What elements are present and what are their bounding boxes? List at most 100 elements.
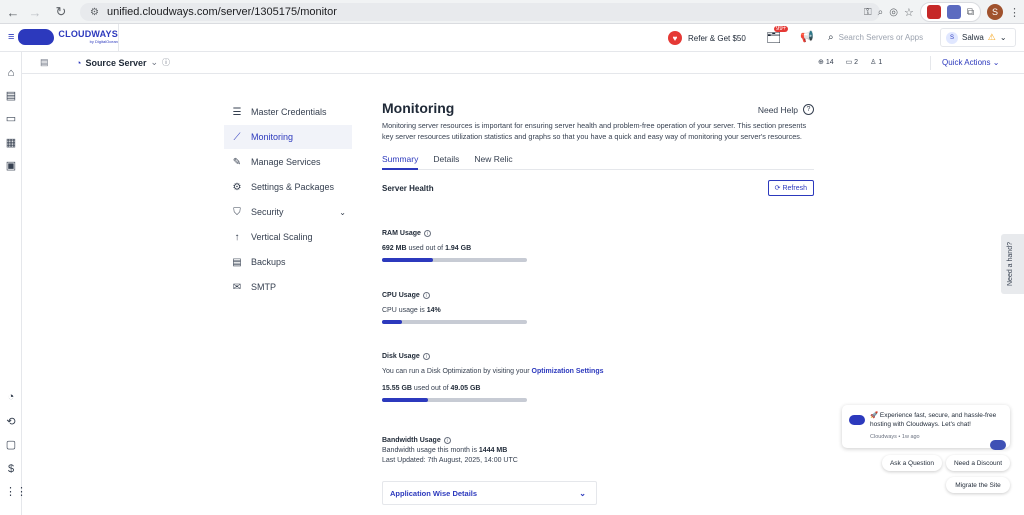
- refer-label: Refer & Get $50: [688, 33, 746, 43]
- info-icon[interactable]: ⓘ: [162, 57, 170, 68]
- server-name: Source Server: [85, 57, 147, 68]
- apps-count[interactable]: ⊕ 14: [818, 58, 834, 66]
- projects-icon[interactable]: ▦: [5, 137, 17, 149]
- teams-icon[interactable]: ▣: [5, 160, 17, 172]
- hamburger-icon[interactable]: ≡: [8, 31, 14, 43]
- key-icon[interactable]: ⚿: [864, 7, 872, 18]
- users-count-value: 1: [878, 59, 883, 66]
- metric-title-text: Disk Usage: [382, 353, 420, 360]
- menu-master-credentials[interactable]: ☰ Master Credentials: [224, 100, 352, 124]
- info-icon[interactable]: i: [422, 292, 430, 299]
- folders-count[interactable]: ▭ 2: [846, 58, 858, 66]
- metric-title-text: Bandwidth Usage: [382, 437, 441, 444]
- ram-usage: RAM Usage i 692 MB used out of 1.94 GB: [382, 230, 682, 262]
- applications-icon[interactable]: ▭: [5, 113, 17, 125]
- extension-blue-icon[interactable]: [946, 5, 961, 19]
- menu-label: Master Credentials: [251, 107, 327, 117]
- menu-backups[interactable]: ▤ Backups: [224, 250, 352, 274]
- back-icon[interactable]: ←: [2, 1, 24, 23]
- tab-details[interactable]: Details: [433, 154, 459, 169]
- menu-manage-services[interactable]: ✎ Manage Services: [224, 150, 352, 174]
- ram-mid: used out of: [408, 245, 444, 252]
- migrate-site-button[interactable]: Migrate the Site: [946, 477, 1010, 493]
- extension-red-icon[interactable]: [926, 5, 941, 19]
- arrow-up-icon: ↑: [234, 231, 240, 243]
- menu-label: Settings & Packages: [251, 182, 335, 192]
- more-menu-icon[interactable]: ⋮: [1009, 6, 1020, 19]
- disk-note: You can run a Disk Optimization by visit…: [382, 368, 682, 375]
- need-discount-button[interactable]: Need a Discount: [946, 455, 1010, 471]
- chevron-down-icon: ⌄: [999, 33, 1007, 42]
- address-bar[interactable]: ⚙ unified.cloudways.com/server/1305175/m…: [80, 3, 880, 21]
- star-icon[interactable]: ☆: [904, 6, 914, 19]
- forward-icon[interactable]: →: [24, 1, 46, 23]
- eye-off-icon[interactable]: ◎: [889, 7, 898, 18]
- ram-progress-bar: [382, 258, 527, 262]
- folder-icon[interactable]: ▢: [5, 439, 17, 451]
- need-a-hand-tab[interactable]: Need a hand?: [1001, 234, 1024, 294]
- server-icon[interactable]: ▤: [40, 57, 49, 68]
- warning-icon: ⚠: [987, 32, 996, 42]
- left-rail: ⌂ ▤ ▭ ▦ ▣ ◔ ⟲ ▢ $ ⋮⋮: [0, 52, 27, 515]
- notifications-icon[interactable]: 🗂: [766, 30, 781, 44]
- zoom-icon[interactable]: ⌕: [878, 7, 884, 18]
- menu-monitoring[interactable]: ⟋ Monitoring: [224, 125, 352, 149]
- application-wise-details-dropdown[interactable]: Application Wise Details ⌄: [382, 481, 597, 505]
- reload-icon[interactable]: ↻: [50, 1, 72, 23]
- chat-launcher-icon[interactable]: [990, 440, 1006, 450]
- billing-icon[interactable]: $: [5, 463, 17, 475]
- puzzle-icon[interactable]: ⧉: [967, 7, 974, 18]
- refer-button[interactable]: ♥ Refer & Get $50: [668, 31, 746, 45]
- gear-icon: ⚙: [232, 181, 242, 193]
- quick-actions-button[interactable]: Quick Actions ⌄: [942, 58, 999, 67]
- site-info-icon[interactable]: ⚙: [90, 7, 99, 18]
- quick-actions-label: Quick Actions: [942, 58, 991, 67]
- profile-avatar[interactable]: S: [987, 4, 1003, 20]
- monitoring-panel: Monitoring Need Help ? Monitoring server…: [382, 100, 814, 198]
- info-icon[interactable]: i: [423, 230, 431, 237]
- chevron-down-icon: ⌄: [579, 488, 586, 498]
- ram-title: RAM Usage i: [382, 230, 682, 237]
- menu-label: Backups: [251, 257, 286, 267]
- sync-icon[interactable]: ⟲: [5, 416, 17, 428]
- metric-title-text: CPU Usage: [382, 292, 420, 299]
- disk-progress-bar: [382, 398, 527, 402]
- disk-used: 15.55 GB: [382, 385, 412, 392]
- tab-new-relic[interactable]: New Relic: [474, 154, 512, 169]
- menu-label: Vertical Scaling: [251, 232, 313, 242]
- home-icon[interactable]: ⌂: [5, 67, 17, 79]
- cpu-value: 14%: [426, 307, 441, 314]
- bandwidth-title: Bandwidth Usage i: [382, 437, 682, 444]
- support-icon[interactable]: ◔: [5, 391, 17, 403]
- search-servers[interactable]: ⌕ Search Servers or Apps: [828, 32, 923, 43]
- announcements-icon[interactable]: 📢: [800, 30, 814, 43]
- heart-icon: ♥: [668, 31, 682, 45]
- ask-question-button[interactable]: Ask a Question: [882, 455, 942, 471]
- optimization-settings-link[interactable]: Optimization Settings: [532, 368, 604, 375]
- menu-smtp[interactable]: ✉ SMTP: [224, 275, 352, 299]
- menu-settings-packages[interactable]: ⚙ Settings & Packages: [224, 175, 352, 199]
- info-icon[interactable]: i: [422, 353, 430, 360]
- bandwidth-usage: Bandwidth Usage i Bandwidth usage this mo…: [382, 437, 682, 464]
- servers-icon[interactable]: ▤: [5, 90, 17, 102]
- need-a-hand-label: Need a hand?: [1007, 242, 1014, 286]
- menu-label: Manage Services: [251, 157, 321, 167]
- apps-grid-icon[interactable]: ⋮⋮: [5, 486, 27, 498]
- bandwidth-prefix: Bandwidth usage this month is: [382, 447, 477, 454]
- need-help-link[interactable]: Need Help ?: [758, 104, 814, 115]
- info-icon[interactable]: i: [443, 437, 451, 444]
- disk-progress-fill: [382, 398, 429, 402]
- users-count[interactable]: ♙ 1: [870, 58, 882, 66]
- user-menu[interactable]: S Salwa ⚠ ⌄: [940, 28, 1016, 47]
- ram-progress-fill: [382, 258, 433, 262]
- refresh-button[interactable]: ⟳ Refresh: [767, 180, 814, 196]
- chat-message-card[interactable]: 🚀 Experience fast, secure, and hassle-fr…: [842, 405, 1010, 448]
- menu-vertical-scaling[interactable]: ↑ Vertical Scaling: [224, 225, 352, 249]
- cloudways-chat-avatar: [849, 415, 865, 425]
- tab-summary[interactable]: Summary: [382, 154, 419, 170]
- cloudways-logo[interactable]: ≡ CLOUDWAYS by DigitalOcean: [8, 29, 118, 45]
- page-description: Monitoring server resources is important…: [382, 121, 807, 141]
- server-selector[interactable]: ◔ Source Server ⌄ ⓘ: [76, 57, 170, 68]
- backup-icon: ▤: [232, 256, 242, 268]
- menu-security[interactable]: ⛉ Security ⌄: [224, 200, 352, 224]
